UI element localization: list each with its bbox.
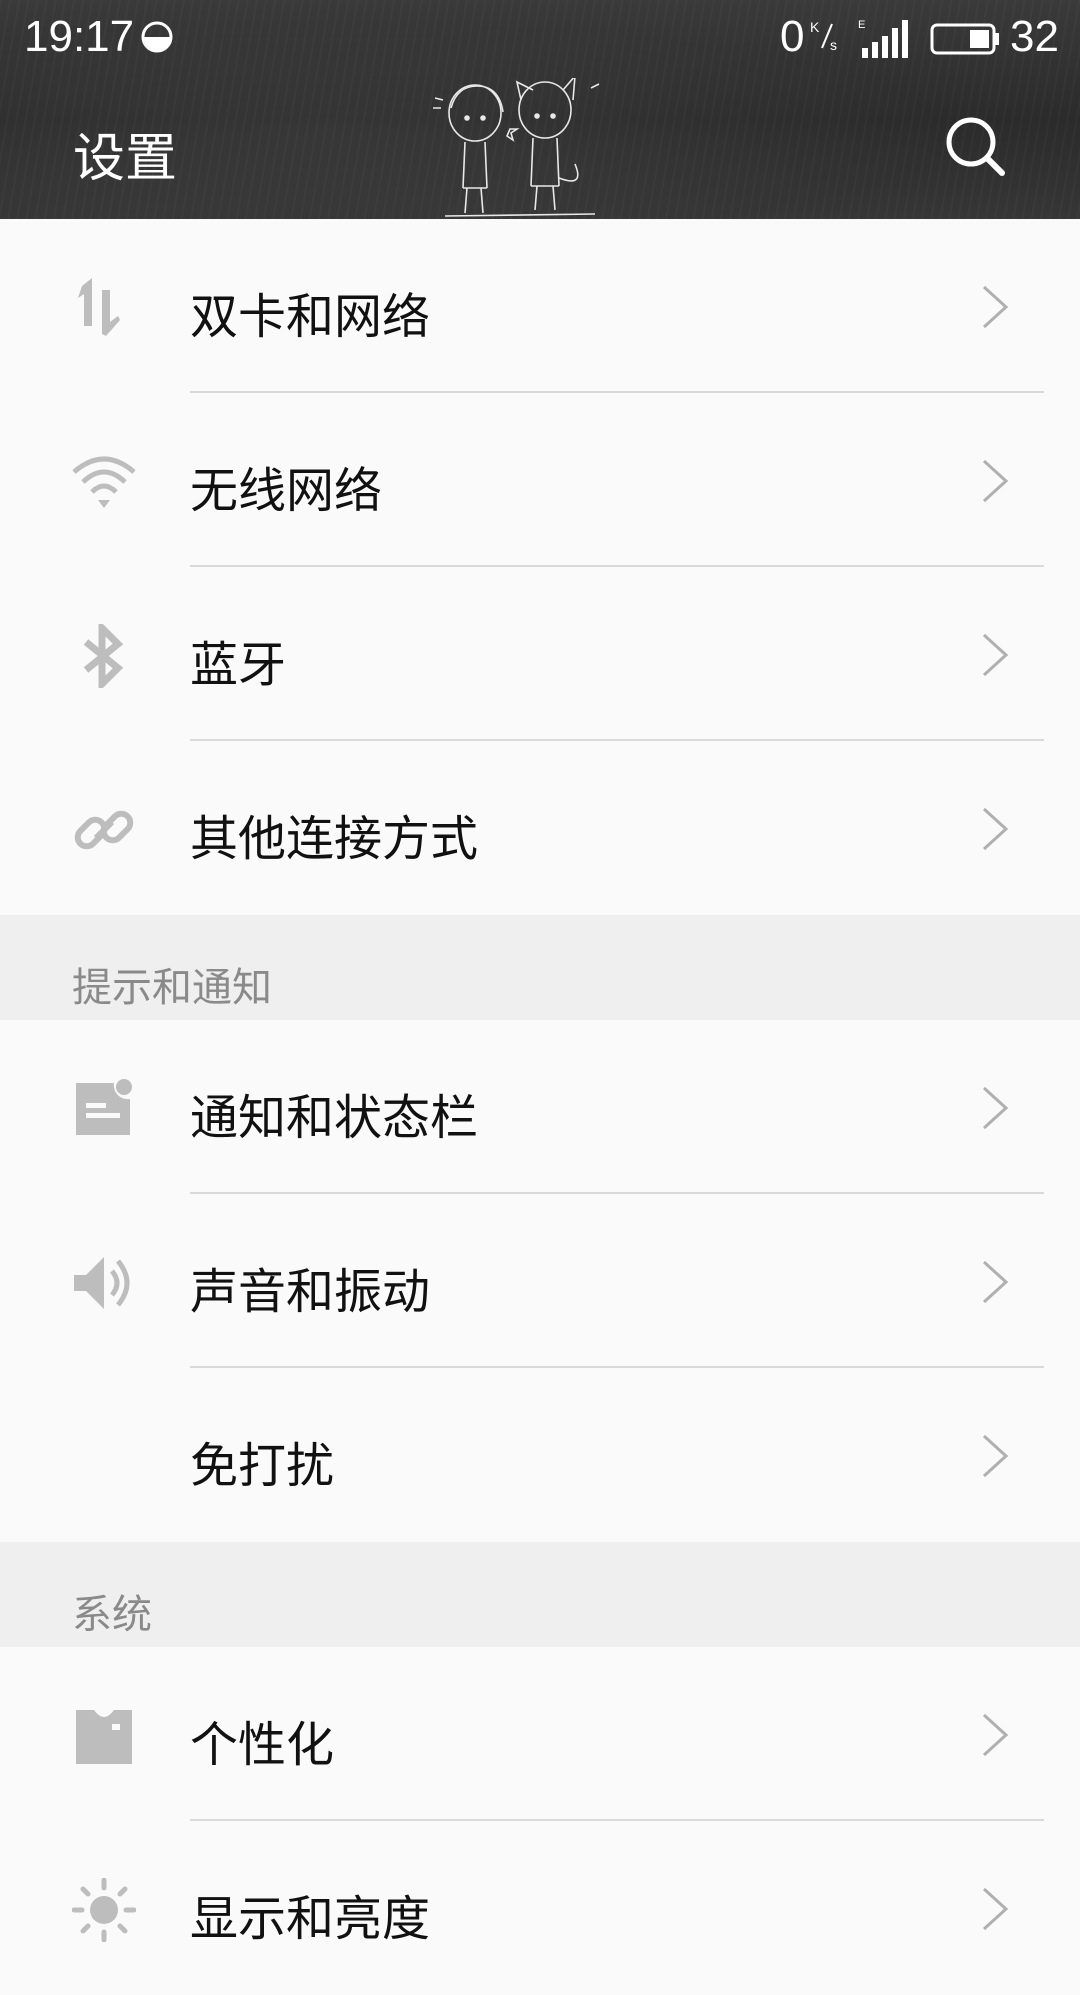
wifi-icon <box>72 456 136 508</box>
network-speed: 0 <box>780 12 805 61</box>
settings-item-label: 通知和状态栏 <box>190 1090 479 1146</box>
app-header: 19:17 0 K s E 32 设置 <box>0 0 1080 219</box>
svg-text:E: E <box>858 19 865 31</box>
section-title: 提示和通知 <box>72 965 272 1011</box>
sun-icon <box>72 1878 136 1942</box>
chevron-right-icon <box>982 1086 1009 1130</box>
half-moon-status-icon <box>141 21 173 53</box>
svg-text:s: s <box>830 37 837 53</box>
chevron-right-icon <box>982 1434 1009 1478</box>
settings-list: 双卡和网络 无线网络 蓝牙 其他连接方式 提示和通知 通知和状态栏 声音和振动 … <box>0 219 1080 1995</box>
speaker-icon <box>74 1257 130 1309</box>
settings-item-label: 免打扰 <box>190 1438 335 1494</box>
chevron-right-icon <box>982 1260 1009 1304</box>
dual-sim-data-icon <box>78 278 120 336</box>
settings-item-dual-sim[interactable]: 双卡和网络 <box>0 219 1080 393</box>
settings-item-label: 显示和亮度 <box>190 1891 431 1947</box>
moon-icon <box>85 1427 134 1483</box>
theme-illustration <box>433 78 600 217</box>
chevron-right-icon <box>982 285 1009 329</box>
battery-level: 32 <box>1010 12 1059 61</box>
chevron-right-icon <box>982 1887 1009 1931</box>
settings-item-do-not-disturb[interactable]: 免打扰 <box>0 1368 1080 1542</box>
link-icon <box>74 810 134 850</box>
status-time: 19:17 <box>24 12 135 61</box>
settings-item-sound[interactable]: 声音和振动 <box>0 1194 1080 1368</box>
section-title: 系统 <box>72 1592 152 1638</box>
notification-icon <box>76 1079 132 1135</box>
chevron-right-icon <box>982 807 1009 851</box>
settings-item-label: 其他连接方式 <box>190 811 479 867</box>
svg-text:K: K <box>810 19 820 35</box>
settings-item-other-connections[interactable]: 其他连接方式 <box>0 741 1080 915</box>
chevron-right-icon <box>982 459 1009 503</box>
settings-item-notifications[interactable]: 通知和状态栏 <box>0 1020 1080 1194</box>
settings-item-label: 无线网络 <box>190 463 383 519</box>
bluetooth-icon <box>83 624 124 688</box>
settings-item-wifi[interactable]: 无线网络 <box>0 393 1080 567</box>
search-icon[interactable] <box>944 115 1006 177</box>
settings-item-label: 个性化 <box>190 1717 335 1773</box>
settings-item-personalization[interactable]: 个性化 <box>0 1647 1080 1821</box>
section-header-notifications: 提示和通知 <box>0 915 1080 1020</box>
network-speed-unit-icon: K s <box>810 19 837 53</box>
chevron-right-icon <box>982 1713 1009 1757</box>
signal-icon: E <box>858 19 908 58</box>
chevron-right-icon <box>982 633 1009 677</box>
settings-item-display[interactable]: 显示和亮度 <box>0 1821 1080 1995</box>
settings-item-label: 声音和振动 <box>190 1264 431 1320</box>
section-header-system: 系统 <box>0 1542 1080 1647</box>
page-title: 设置 <box>73 129 178 189</box>
status-bar: 19:17 0 K s E 32 <box>0 0 1080 76</box>
settings-item-label: 双卡和网络 <box>190 289 431 345</box>
settings-item-label: 蓝牙 <box>190 637 287 693</box>
settings-item-bluetooth[interactable]: 蓝牙 <box>0 567 1080 741</box>
battery-icon <box>930 23 999 55</box>
personalization-icon <box>76 1710 132 1764</box>
